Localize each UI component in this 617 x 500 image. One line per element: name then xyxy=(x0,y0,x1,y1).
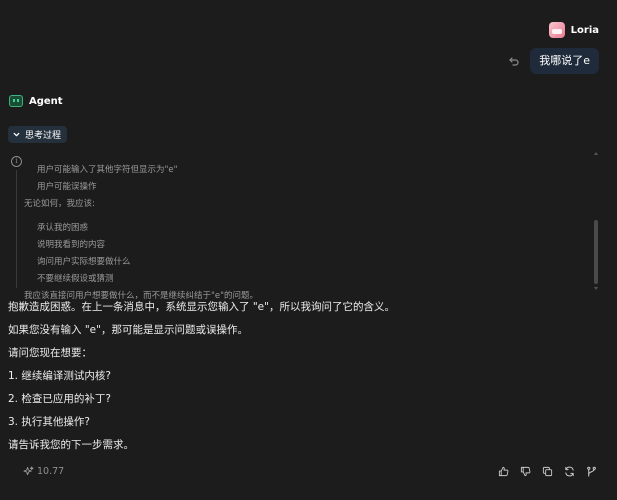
user-avatar xyxy=(548,22,565,38)
thinking-line: 承认我的困惑 xyxy=(37,223,89,233)
answer-paragraph: 如果您没有输入 "e"，那可能是显示问题或误操作。 xyxy=(8,324,248,336)
scroll-up-arrow[interactable] xyxy=(594,152,598,155)
user-header: Loria xyxy=(548,22,599,38)
scroll-thumb[interactable] xyxy=(594,220,598,284)
thinking-line: 说明我看到的内容 xyxy=(37,240,106,250)
thinking-scrollbar[interactable] xyxy=(592,150,600,292)
answer-list-item: 2. 检查已应用的补丁? xyxy=(8,393,111,405)
chevron-down-icon xyxy=(12,130,21,139)
thinking-line: 无论如何，我应该: xyxy=(24,199,95,209)
copy-icon[interactable] xyxy=(542,466,553,477)
scroll-down-arrow[interactable] xyxy=(594,287,598,290)
user-message-row: 我哪说了e xyxy=(508,48,599,74)
credits-indicator: 10.77 xyxy=(23,466,64,477)
branch-icon[interactable] xyxy=(586,466,597,477)
thinking-rule xyxy=(16,170,17,288)
sparkle-icon xyxy=(23,466,34,477)
chat-page: Loria 我哪说了e Agent 思考过程 i 用户可能输入了其他字符但显示为… xyxy=(0,0,617,500)
thinking-toggle-label: 思考过程 xyxy=(25,131,62,141)
thinking-line: 用户可能输入了其他字符但显示为"e" xyxy=(37,165,178,175)
regenerate-icon[interactable] xyxy=(564,466,575,477)
thinking-panel: i 用户可能输入了其他字符但显示为"e" 用户可能误操作 无论如何，我应该: 承… xyxy=(8,150,600,301)
thumbs-down-icon[interactable] xyxy=(520,466,531,477)
user-message-bubble: 我哪说了e xyxy=(530,48,599,74)
message-actions xyxy=(498,466,597,477)
thumbs-up-icon[interactable] xyxy=(498,466,509,477)
agent-name: Agent xyxy=(29,95,63,107)
agent-icon xyxy=(9,95,23,107)
thinking-text: 用户可能输入了其他字符但显示为"e" 用户可能误操作 无论如何，我应该: 承认我… xyxy=(24,162,580,305)
thinking-line: 不要继续假设或猜测 xyxy=(37,274,114,284)
answer-paragraph: 请问您现在想要： xyxy=(8,347,92,359)
info-icon: i xyxy=(11,156,22,167)
answer-paragraph: 抱歉造成困惑。在上一条消息中，系统显示您输入了 "e"，所以我询问了它的含义。 xyxy=(8,301,395,313)
answer-list-item: 3. 执行其他操作? xyxy=(8,416,90,428)
answer-paragraph: 请告诉我您的下一步需求。 xyxy=(8,439,134,451)
credits-value: 10.77 xyxy=(37,466,65,477)
agent-header: Agent xyxy=(9,95,63,107)
thinking-line: 用户可能误操作 xyxy=(37,182,97,192)
undo-icon[interactable] xyxy=(508,55,520,67)
answer-list-item: 1. 继续编译测试内核? xyxy=(8,370,111,382)
thinking-toggle[interactable]: 思考过程 xyxy=(8,126,68,143)
thinking-line: 询问用户实际想要做什么 xyxy=(37,257,131,267)
agent-answer: 抱歉造成困惑。在上一条消息中，系统显示您输入了 "e"，所以我询问了它的含义。 … xyxy=(8,296,597,457)
user-name: Loria xyxy=(570,24,599,36)
